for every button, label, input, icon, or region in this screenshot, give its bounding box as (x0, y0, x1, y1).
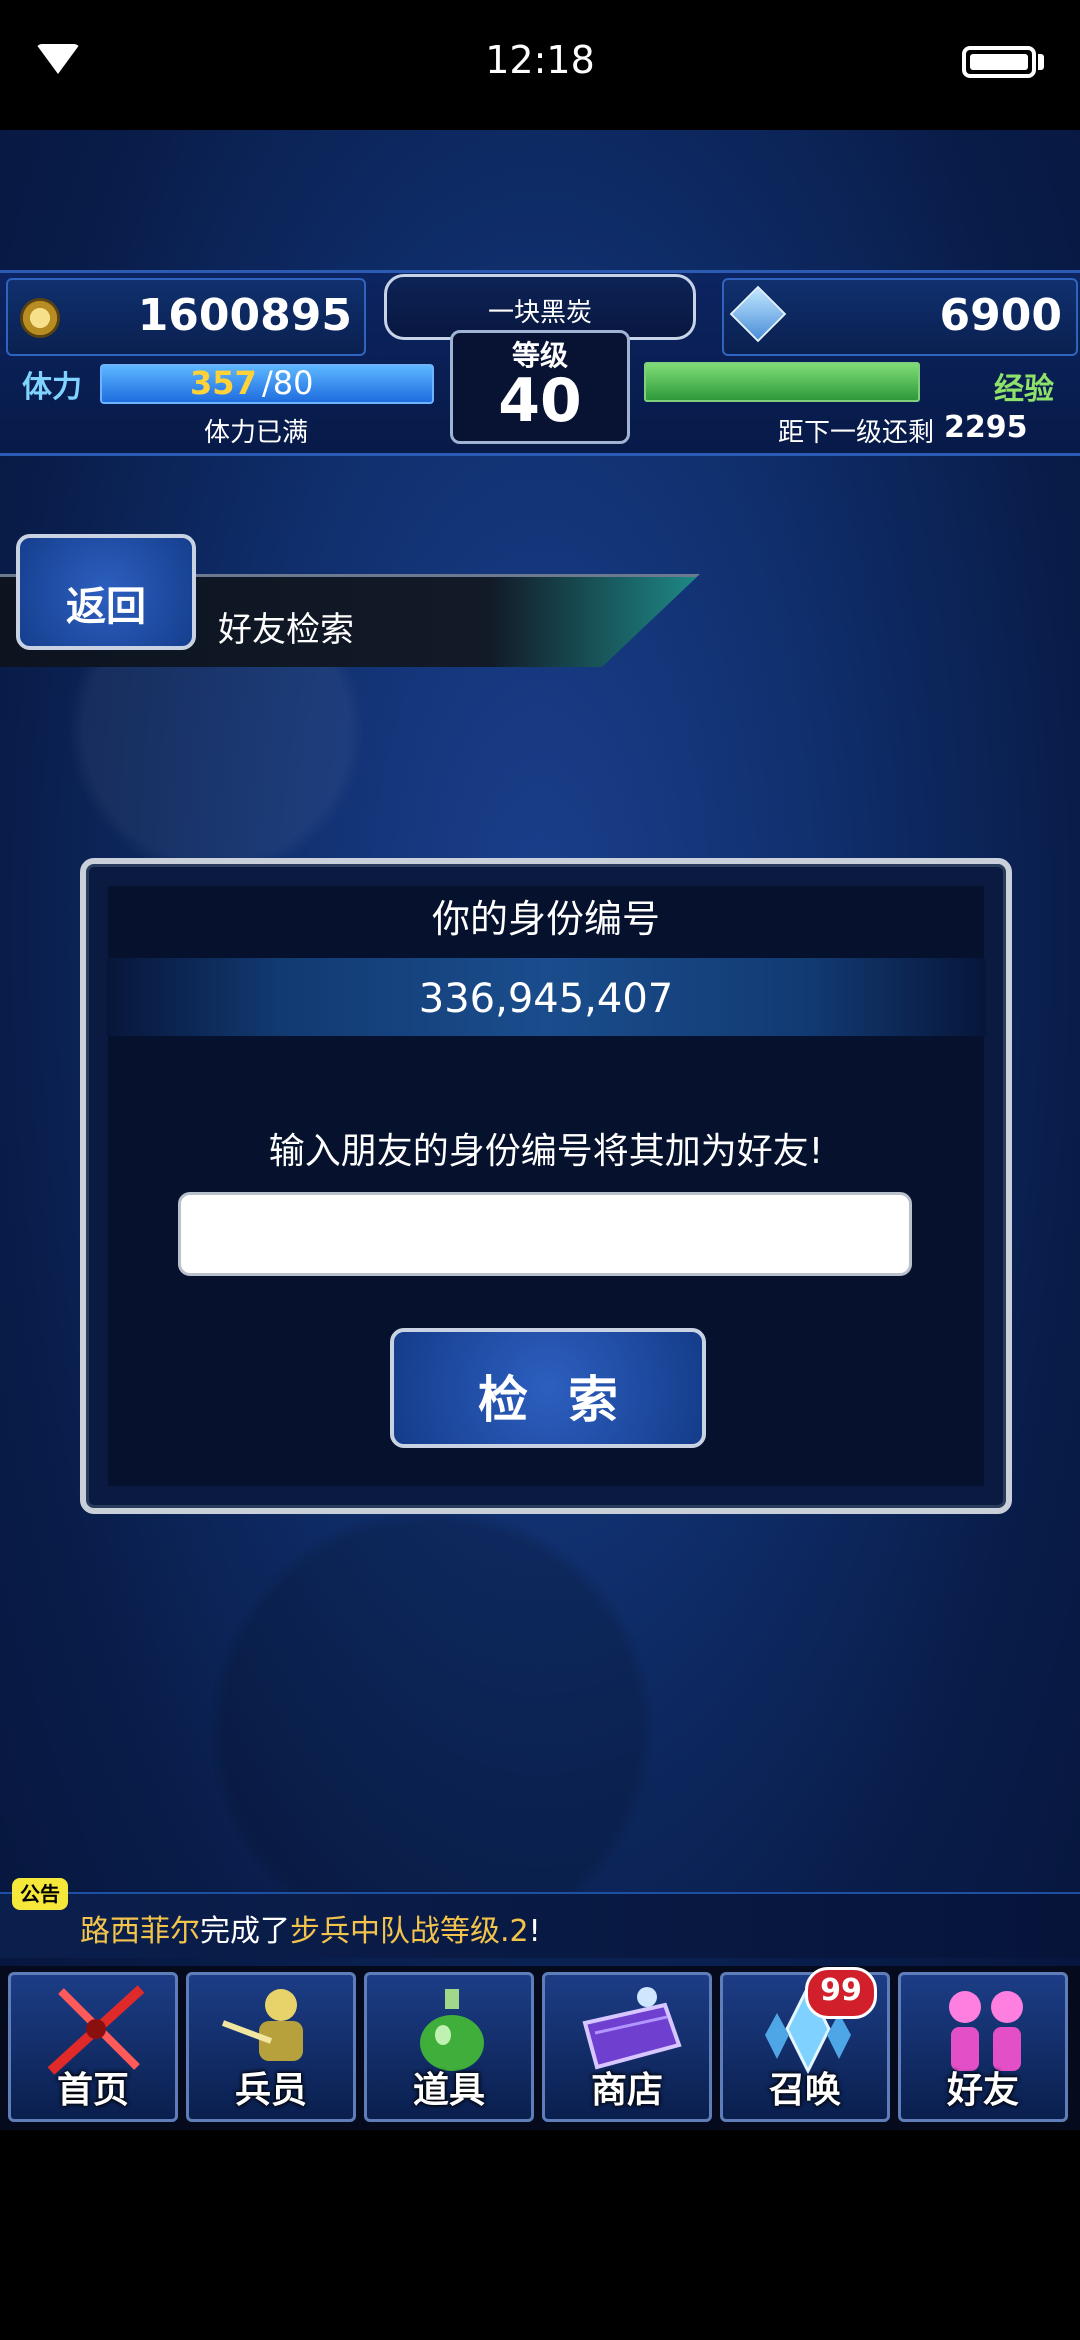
announcement-player: 路西菲尔 (80, 1914, 200, 1949)
battery-icon (962, 46, 1036, 78)
your-id-title: 你的身份编号 (431, 897, 660, 941)
gil-panel: 1600895 (6, 278, 366, 356)
stamina-status: 体力已满 (204, 418, 309, 448)
search-prompt: 输入朋友的身份编号将其加为好友! (268, 1131, 824, 1172)
exp-label: 经验 (994, 372, 1054, 407)
nav-units[interactable]: 兵员 (186, 1972, 356, 2122)
friend-id-input[interactable] (178, 1192, 912, 1276)
nav-items-label: 道具 (412, 2070, 485, 2111)
nav-friends[interactable]: 好友 (898, 1972, 1068, 2122)
status-bar: 12:18 (0, 0, 1080, 130)
player-hud: 1600895 体力 357 /80 体力已满 一块黑炭 等级 40 6900 … (0, 270, 1080, 456)
bottom-nav: 首页 兵员 道具 商店 99 召唤 好友 (0, 1966, 1080, 2130)
status-time: 12:18 (485, 38, 595, 82)
exp-remaining-value: 2295 (944, 410, 1028, 445)
nav-summon[interactable]: 99 召唤 (720, 1967, 890, 2122)
nav-units-label: 兵员 (234, 2070, 307, 2111)
lapis-gem-icon (729, 285, 787, 343)
page-title: 好友检索 (218, 610, 354, 650)
exp-remaining-label: 距下一级还剩 (778, 418, 935, 448)
battery-tip (1038, 54, 1044, 70)
search-button-label: 检索 (478, 1371, 658, 1429)
stamina-label: 体力 (22, 370, 82, 405)
stamina-current: 357 (190, 364, 257, 402)
announcement-badge: 公告 (12, 1878, 68, 1910)
nav-friends-label: 好友 (946, 2070, 1019, 2111)
search-button[interactable]: 检索 (390, 1328, 706, 1448)
nav-summon-label: 召唤 (768, 2070, 841, 2111)
player-name: 一块黑炭 (487, 298, 592, 328)
announcement-text: 路西菲尔完成了步兵中队战等级.2! (80, 1906, 541, 1950)
nav-home-label: 首页 (56, 2070, 129, 2111)
exp-bar (644, 362, 920, 402)
nav-home[interactable]: 首页 (8, 1972, 178, 2122)
nav-shop-label: 商店 (590, 2070, 663, 2111)
announcement-text2: ! (528, 1914, 541, 1949)
gems-amount: 6900 (939, 290, 1062, 341)
coin-icon (20, 298, 60, 338)
back-button-label: 返回 (66, 584, 146, 630)
gil-amount: 1600895 (137, 290, 352, 341)
announcement-text1: 完成了 (200, 1914, 290, 1949)
nav-shop[interactable]: 商店 (542, 1972, 712, 2122)
announcement-event: 步兵中队战等级.2 (290, 1914, 529, 1949)
level-panel: 一块黑炭 等级 40 (362, 270, 718, 450)
bottom-safe-area (0, 2130, 1080, 2340)
your-id-value: 336,945,407 (418, 976, 674, 1022)
back-button[interactable]: 返回 (16, 534, 196, 650)
stamina-max: /80 (262, 364, 314, 402)
nav-items[interactable]: 道具 (364, 1972, 534, 2122)
summon-badge: 99 (805, 1967, 877, 2019)
gems-panel: 6900 (722, 278, 1078, 356)
